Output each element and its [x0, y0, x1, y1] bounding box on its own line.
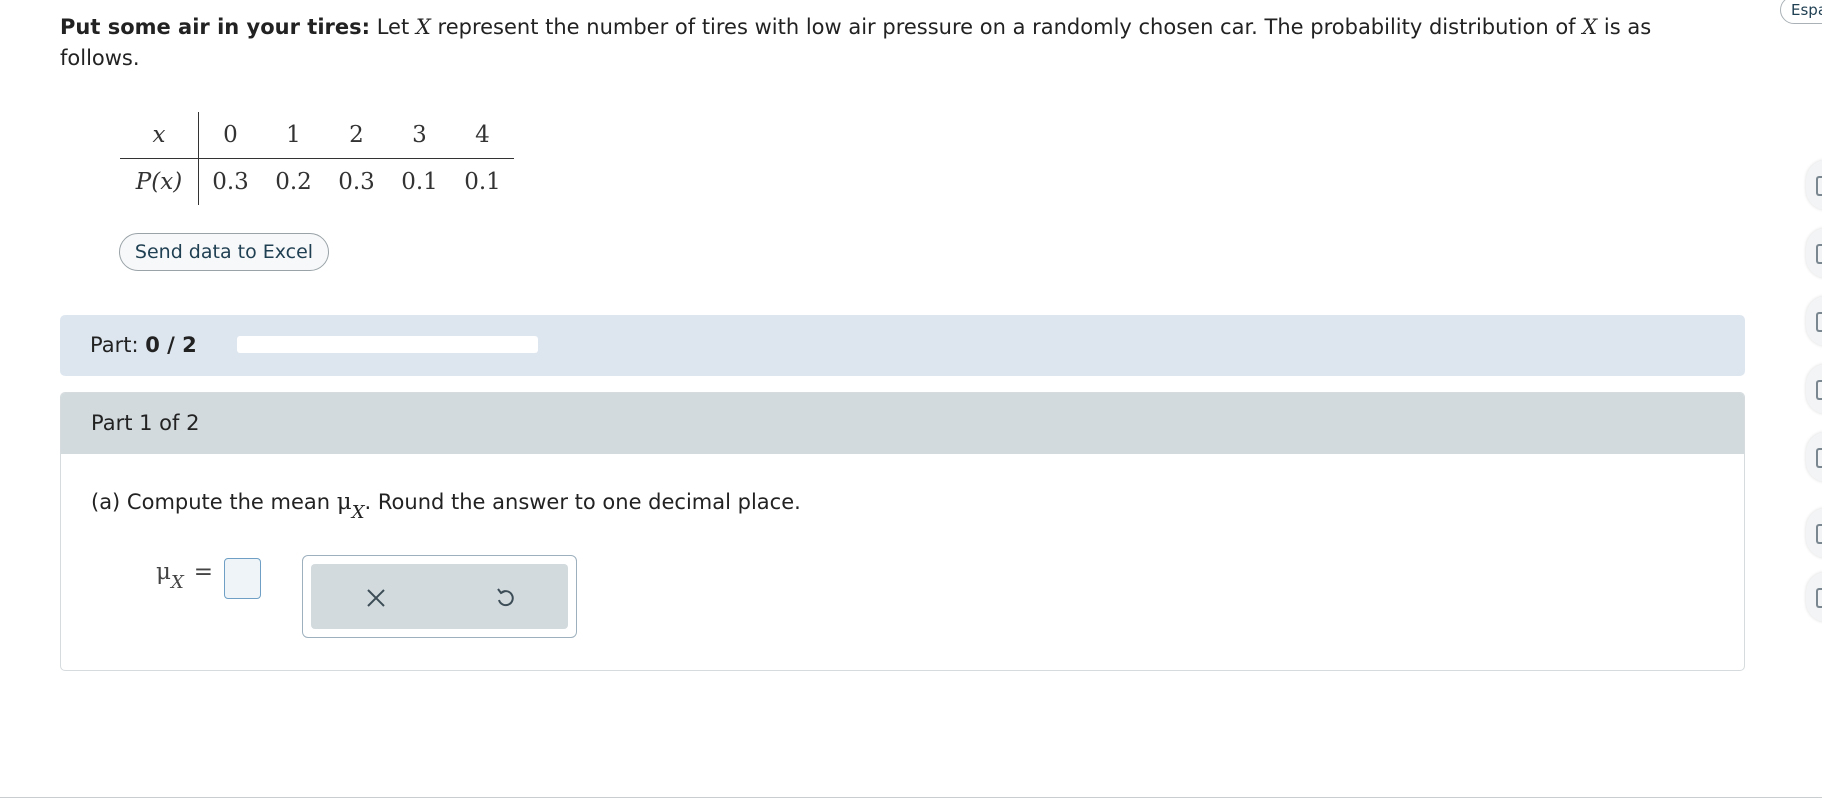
- sidebar-tool-icon: [1816, 588, 1822, 608]
- probability-value: 0.3: [212, 169, 249, 195]
- probability-value: 0.3: [338, 169, 375, 195]
- probability-value: 0.1: [464, 169, 501, 195]
- sidebar-tool-icon: [1816, 244, 1822, 264]
- answer-label: μX =: [156, 559, 214, 593]
- probability-distribution-table: x 0 1 2 3 4 P(x) 0.3 0.2 0.3 0.1 0.1: [120, 112, 514, 205]
- progress-track: [237, 336, 538, 353]
- problem-text: Let: [376, 15, 410, 39]
- answer-toolbar: [302, 555, 577, 638]
- sidebar-tool-button[interactable]: [1806, 572, 1822, 622]
- send-to-excel-button[interactable]: Send data to Excel: [119, 233, 329, 271]
- sidebar-tool-button[interactable]: [1806, 228, 1822, 278]
- sidebar-tool-button[interactable]: [1806, 296, 1822, 346]
- bottom-divider: [0, 797, 1822, 798]
- part-progress-bar: Part: 0 / 2: [60, 315, 1745, 376]
- sidebar-tool-button[interactable]: [1806, 432, 1822, 482]
- answer-input[interactable]: [224, 558, 261, 599]
- sidebar-tool-button[interactable]: [1806, 508, 1822, 558]
- question-instruction: . Round the answer to one decimal place.: [364, 490, 801, 514]
- x-value: 1: [262, 112, 325, 159]
- sidebar-tool-icon: [1816, 380, 1822, 400]
- mu-subscript: X: [170, 572, 184, 593]
- variable-x: X: [1582, 15, 1598, 39]
- part-title: Part 1 of 2: [61, 393, 1744, 454]
- part-progress-label: Part: 0 / 2: [90, 315, 197, 376]
- sidebar-tool-icon: [1816, 524, 1822, 544]
- toolbar-panel: [311, 564, 568, 629]
- probability-value: 0.1: [401, 169, 438, 195]
- mu-subscript: X: [351, 502, 365, 523]
- sidebar-tool-button[interactable]: [1806, 364, 1822, 414]
- sidebar-tool-button[interactable]: [1806, 160, 1822, 210]
- problem-text: represent the number of tires with low a…: [437, 15, 1576, 39]
- question-lead: (a) Compute the mean: [91, 490, 331, 514]
- mean-symbol: μX: [336, 489, 365, 523]
- variable-x: X: [415, 15, 431, 39]
- part-label-text: Part:: [90, 333, 139, 357]
- undo-icon: [497, 588, 514, 607]
- table-row-probability: P(x) 0.3 0.2 0.3 0.1 0.1: [120, 158, 514, 205]
- sidebar-tool-icon: [1816, 312, 1822, 332]
- probability-value: 0.2: [275, 169, 312, 195]
- part-count: 0 / 2: [145, 333, 197, 357]
- sidebar-tool-icon: [1816, 448, 1822, 468]
- sidebar-tool-icon: [1816, 176, 1822, 196]
- row-header-x: x: [120, 112, 199, 159]
- row-header-probability: P(x): [120, 158, 199, 205]
- x-value: 0: [198, 112, 262, 159]
- problem-title: Put some air in your tires:: [60, 15, 371, 39]
- mu-glyph: μ: [336, 489, 352, 515]
- x-value: 2: [325, 112, 388, 159]
- close-icon: [367, 589, 385, 607]
- language-button[interactable]: Espa: [1780, 0, 1822, 24]
- problem-statement: Put some air in your tires: Let X repres…: [60, 12, 1680, 74]
- undo-button[interactable]: [485, 578, 525, 618]
- equals-sign: =: [193, 559, 214, 585]
- mu-glyph: μ: [156, 559, 171, 585]
- table-row-x: x 0 1 2 3 4: [120, 112, 514, 159]
- question-text: (a) Compute the mean μX. Round the answe…: [91, 489, 801, 523]
- clear-button[interactable]: [356, 578, 396, 618]
- part-card: Part 1 of 2 (a) Compute the mean μX. Rou…: [60, 392, 1745, 671]
- x-value: 3: [388, 112, 451, 159]
- x-value: 4: [451, 112, 514, 159]
